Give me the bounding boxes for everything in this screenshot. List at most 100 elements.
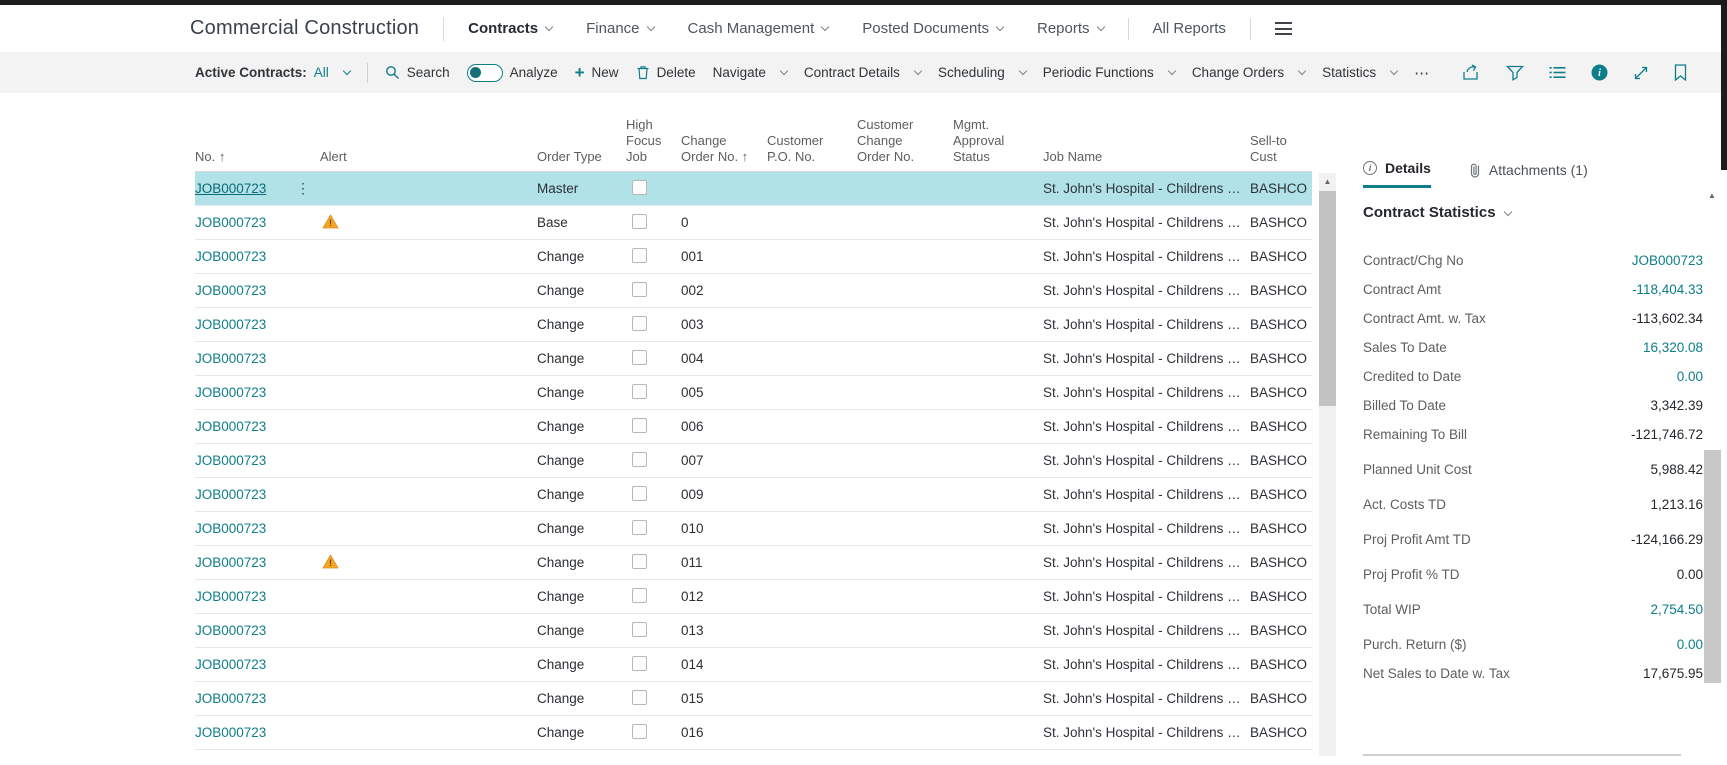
cell-order-type[interactable]: Change <box>537 453 626 468</box>
cell-high-focus[interactable] <box>626 485 681 504</box>
contract-no-link[interactable]: JOB000723 <box>195 249 266 264</box>
table-row[interactable]: JOB000723 ⋮ ! Change 005 St. John's Hosp… <box>195 376 1312 410</box>
info-icon[interactable]: i <box>1591 64 1608 81</box>
sell-to-value[interactable]: BASHCO <box>1250 691 1307 706</box>
contract-no-link[interactable]: JOB000723 <box>195 419 266 434</box>
contract-no-link[interactable]: JOB000723 <box>195 657 266 672</box>
column-header-high_focus[interactable]: High Focus Job <box>626 117 681 165</box>
cell-sell-to[interactable]: BASHCO <box>1250 725 1312 740</box>
high-focus-checkbox[interactable] <box>632 723 647 739</box>
cell-row-options[interactable]: ⋮ <box>292 384 320 401</box>
cell-change-order-no[interactable]: 006 <box>681 419 767 434</box>
cell-row-options[interactable]: ⋮ <box>292 214 320 231</box>
high-focus-checkbox[interactable] <box>632 451 647 467</box>
cell-change-order-no[interactable]: 012 <box>681 589 767 604</box>
table-row[interactable]: JOB000723 ⋮ ! Master St. John's Hospital… <box>195 172 1312 206</box>
cell-high-focus[interactable] <box>626 655 681 674</box>
toggle-switch-icon[interactable] <box>466 63 503 82</box>
cell-sell-to[interactable]: BASHCO <box>1250 521 1312 536</box>
cell-order-type[interactable]: Change <box>537 555 626 570</box>
sell-to-value[interactable]: BASHCO <box>1250 725 1307 740</box>
stat-value[interactable]: 16,320.08 <box>1643 340 1703 360</box>
cell-sell-to[interactable]: BASHCO <box>1250 181 1312 196</box>
cell-row-options[interactable]: ⋮ <box>292 690 320 707</box>
table-row[interactable]: JOB000723 ⋮ ! Change 012 St. John's Hosp… <box>195 580 1312 614</box>
cell-change-order-no[interactable]: 016 <box>681 725 767 740</box>
cell-order-type[interactable]: Change <box>537 521 626 536</box>
delete-button[interactable]: Delete <box>636 65 696 80</box>
cell-row-options[interactable]: ⋮ <box>292 316 320 333</box>
action-menu-change-orders[interactable]: Change Orders <box>1192 65 1307 80</box>
table-row[interactable]: JOB000723 ⋮ ! Change 003 St. John's Hosp… <box>195 308 1312 342</box>
table-row[interactable]: JOB000723 ⋮ ! Change 013 St. John's Hosp… <box>195 614 1312 648</box>
cell-order-type[interactable]: Master <box>537 181 626 196</box>
more-options-button[interactable]: ⋯ <box>1414 64 1431 82</box>
cell-no[interactable]: JOB000723 <box>195 589 292 604</box>
table-row[interactable]: JOB000723 ⋮ ! Base 0 St. John's Hospital… <box>195 206 1312 240</box>
cell-sell-to[interactable]: BASHCO <box>1250 589 1312 604</box>
cell-order-type[interactable]: Change <box>537 657 626 672</box>
column-header-order_type[interactable]: Order Type <box>537 149 626 165</box>
action-menu-statistics[interactable]: Statistics <box>1322 65 1399 80</box>
cell-no[interactable]: JOB000723 <box>195 453 292 468</box>
cell-no[interactable]: JOB000723 <box>195 351 292 366</box>
cell-high-focus[interactable] <box>626 213 681 232</box>
cell-no[interactable]: JOB000723 <box>195 725 292 740</box>
cell-job-name[interactable]: St. John's Hospital - Childrens … <box>1043 691 1250 706</box>
high-focus-checkbox[interactable] <box>632 315 647 331</box>
sell-to-value[interactable]: BASHCO <box>1250 453 1307 468</box>
cell-no[interactable]: JOB000723 <box>195 317 292 332</box>
column-header-mgmt[interactable]: Mgmt. Approval Status <box>953 117 1043 165</box>
high-focus-checkbox[interactable] <box>632 247 647 263</box>
cell-high-focus[interactable] <box>626 689 681 708</box>
panel-scroll-up-icon[interactable]: ▲ <box>1703 188 1721 202</box>
cell-order-type[interactable]: Change <box>537 419 626 434</box>
sell-to-value[interactable]: BASHCO <box>1250 419 1307 434</box>
column-header-sell_to[interactable]: Sell-to Cust <box>1250 133 1312 165</box>
action-menu-scheduling[interactable]: Scheduling <box>938 65 1027 80</box>
cell-row-options[interactable]: ⋮ <box>292 486 320 503</box>
contract-no-link[interactable]: JOB000723 <box>195 351 266 366</box>
cell-high-focus[interactable] <box>626 621 681 640</box>
cell-order-type[interactable]: Change <box>537 283 626 298</box>
cell-job-name[interactable]: St. John's Hospital - Childrens … <box>1043 657 1250 672</box>
share-icon[interactable] <box>1462 64 1481 81</box>
high-focus-checkbox[interactable] <box>632 621 647 637</box>
cell-sell-to[interactable]: BASHCO <box>1250 487 1312 502</box>
cell-order-type[interactable]: Change <box>537 691 626 706</box>
cell-job-name[interactable]: St. John's Hospital - Childrens … <box>1043 249 1250 264</box>
table-row[interactable]: JOB000723 ⋮ ! Change 016 St. John's Hosp… <box>195 716 1312 750</box>
contract-no-link[interactable]: JOB000723 <box>195 589 266 604</box>
cell-order-type[interactable]: Change <box>537 589 626 604</box>
stat-value[interactable]: -118,404.33 <box>1632 282 1703 302</box>
cell-row-options[interactable]: ⋮ <box>292 622 320 639</box>
sell-to-value[interactable]: BASHCO <box>1250 589 1307 604</box>
cell-order-type[interactable]: Change <box>537 725 626 740</box>
cell-high-focus[interactable] <box>626 383 681 402</box>
cell-row-options[interactable]: ⋮ <box>292 350 320 367</box>
cell-order-type[interactable]: Change <box>537 385 626 400</box>
cell-high-focus[interactable] <box>626 553 681 572</box>
cell-change-order-no[interactable]: 001 <box>681 249 767 264</box>
cell-row-options[interactable]: ⋮ <box>292 554 320 571</box>
row-options-icon[interactable]: ⋮ <box>292 180 314 196</box>
cell-job-name[interactable]: St. John's Hospital - Childrens … <box>1043 283 1250 298</box>
contract-no-link[interactable]: JOB000723 <box>195 181 266 196</box>
cell-row-options[interactable]: ⋮ <box>292 418 320 435</box>
table-scrollbar[interactable]: ▲ <box>1319 173 1336 756</box>
high-focus-checkbox[interactable] <box>632 587 647 603</box>
sell-to-value[interactable]: BASHCO <box>1250 283 1307 298</box>
high-focus-checkbox[interactable] <box>632 179 647 195</box>
nav-menu-finance[interactable]: Finance <box>586 20 655 37</box>
sell-to-value[interactable]: BASHCO <box>1250 521 1307 536</box>
cell-high-focus[interactable] <box>626 247 681 266</box>
panel-scrollbar-thumb[interactable] <box>1704 450 1721 683</box>
action-menu-periodic-functions[interactable]: Periodic Functions <box>1043 65 1177 80</box>
sell-to-value[interactable]: BASHCO <box>1250 215 1307 230</box>
cell-job-name[interactable]: St. John's Hospital - Childrens … <box>1043 521 1250 536</box>
section-contract-statistics[interactable]: Contract Statistics <box>1363 204 1703 221</box>
cell-job-name[interactable]: St. John's Hospital - Childrens … <box>1043 725 1250 740</box>
sell-to-value[interactable]: BASHCO <box>1250 657 1307 672</box>
view-filter-value[interactable]: All <box>314 65 329 80</box>
cell-change-order-no[interactable]: 010 <box>681 521 767 536</box>
